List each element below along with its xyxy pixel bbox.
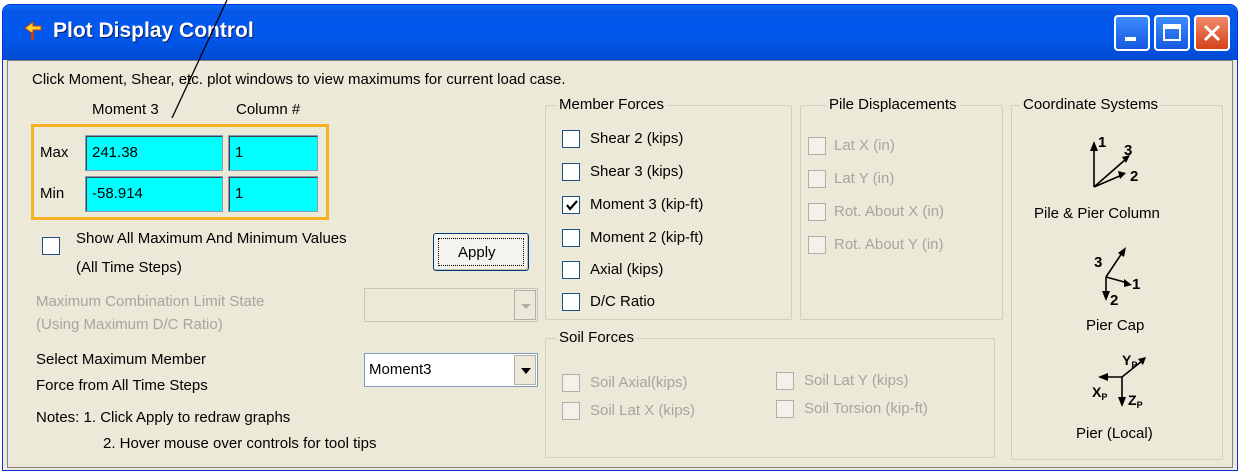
title-bar[interactable]: Plot Display Control xyxy=(3,5,1237,60)
axis-z-label: ZP xyxy=(1128,392,1143,410)
moment-3-kipft-label: Moment 3 (kip-ft) xyxy=(590,196,704,213)
show-all-label-line1: Show All Maximum And Minimum Values xyxy=(76,230,347,247)
plot-display-control-window: Plot Display Control Click Moment, Shear… xyxy=(2,4,1238,471)
axis-2-label: 2 xyxy=(1110,292,1118,309)
axis-3-label: 3 xyxy=(1094,254,1102,271)
rot-about-x-label: Rot. About X (in) xyxy=(834,203,945,220)
instructions-text: Click Moment, Shear, etc. plot windows t… xyxy=(32,71,566,88)
soil-axial-label: Soil Axial(kips) xyxy=(590,374,688,391)
shear-3-checkbox[interactable] xyxy=(562,163,580,181)
soil-forces-group xyxy=(545,338,995,458)
max-combination-label-line2: (Using Maximum D/C Ratio) xyxy=(36,316,223,333)
axis-z-subscript: P xyxy=(1137,400,1143,410)
notes-line1: Notes: 1. Click Apply to redraw graphs xyxy=(36,409,291,426)
select-max-label-line1: Select Maximum Member xyxy=(36,351,207,368)
pile-pier-column-axes-icon: 1 3 2 xyxy=(1090,134,1138,188)
select-max-value: Moment3 xyxy=(369,361,432,378)
moment-2-checkbox[interactable] xyxy=(562,229,580,247)
lat-y-label: Lat Y (in) xyxy=(834,170,895,187)
column-number-header: Column # xyxy=(236,101,301,118)
lat-x-label: Lat X (in) xyxy=(834,137,895,154)
axis-2-label: 2 xyxy=(1130,168,1138,185)
moment-2-label: Moment 2 (kip-ft) xyxy=(590,229,704,246)
chevron-down-icon xyxy=(521,368,531,374)
min-value-field[interactable]: -58.914 xyxy=(85,176,223,212)
axis-y-subscript: P xyxy=(1131,360,1137,370)
maximize-icon xyxy=(1163,24,1181,41)
moment-3-header: Moment 3 xyxy=(92,101,159,118)
soil-torsion-label: Soil Torsion (kip-ft) xyxy=(804,400,928,417)
soil-lat-x-label: Soil Lat X (kips) xyxy=(590,402,696,419)
max-combination-dropdown[interactable] xyxy=(364,288,538,322)
pier-local-axes-icon: YP XP ZP xyxy=(1092,352,1146,410)
max-column-field[interactable]: 1 xyxy=(228,135,318,171)
chevron-down-icon xyxy=(521,304,531,309)
app-icon xyxy=(24,21,42,40)
checkmark-icon xyxy=(566,200,578,211)
soil-lat-y-checkbox[interactable] xyxy=(776,372,794,390)
dc-ratio-checkbox[interactable] xyxy=(562,293,580,311)
soil-lat-x-checkbox[interactable] xyxy=(562,402,580,420)
axis-3-label: 3 xyxy=(1124,142,1132,159)
axis-y-label: YP xyxy=(1122,352,1137,370)
pile-displacements-title: Pile Displacements xyxy=(826,96,960,113)
soil-lat-y-label: Soil Lat Y (kips) xyxy=(804,372,909,389)
rot-about-y-label: Rot. About Y (in) xyxy=(834,236,944,253)
rot-about-x-checkbox[interactable] xyxy=(808,203,826,221)
shear-2-label: Shear 2 (kips) xyxy=(590,130,684,147)
axis-1-label: 1 xyxy=(1132,276,1140,293)
max-combination-label-line1: Maximum Combination Limit State xyxy=(36,293,265,310)
pier-local-label: Pier (Local) xyxy=(1076,425,1153,442)
pier-cap-label: Pier Cap xyxy=(1086,317,1145,334)
select-max-label-line2: Force from All Time Steps xyxy=(36,377,208,394)
member-forces-title: Member Forces xyxy=(556,96,668,113)
show-all-checkbox[interactable] xyxy=(42,237,60,255)
coordinate-systems-title: Coordinate Systems xyxy=(1020,96,1162,113)
notes-line2: 2. Hover mouse over controls for tool ti… xyxy=(103,435,377,452)
max-label: Max xyxy=(40,144,69,161)
rot-about-y-checkbox[interactable] xyxy=(808,236,826,254)
select-max-arrow[interactable] xyxy=(514,355,536,385)
minimize-icon xyxy=(1125,37,1136,41)
axis-x-label: XP xyxy=(1092,384,1107,402)
axial-label: Axial (kips) xyxy=(590,261,664,278)
select-max-dropdown[interactable]: Moment3 xyxy=(364,353,538,387)
apply-button-label: Apply xyxy=(458,244,496,261)
moment-3-checkbox[interactable] xyxy=(562,196,580,214)
soil-forces-title: Soil Forces xyxy=(556,329,638,346)
soil-torsion-checkbox[interactable] xyxy=(776,400,794,418)
pier-cap-axes-icon: 3 1 2 xyxy=(1094,247,1140,309)
min-column-field[interactable]: 1 xyxy=(228,176,318,212)
soil-axial-checkbox[interactable] xyxy=(562,374,580,392)
min-label: Min xyxy=(40,185,65,202)
shear-3-label: Shear 3 (kips) xyxy=(590,163,684,180)
show-all-label-line2: (All Time Steps) xyxy=(76,259,182,276)
lat-y-checkbox[interactable] xyxy=(808,170,826,188)
shear-2-checkbox[interactable] xyxy=(562,130,580,148)
window-title: Plot Display Control xyxy=(53,19,254,42)
close-button[interactable] xyxy=(1194,15,1230,51)
lat-x-checkbox[interactable] xyxy=(808,137,826,155)
axial-checkbox[interactable] xyxy=(562,261,580,279)
minimize-button[interactable] xyxy=(1114,15,1150,51)
dc-ratio-label: D/C Ratio xyxy=(590,293,656,310)
axis-1-label: 1 xyxy=(1098,134,1106,151)
maximize-button[interactable] xyxy=(1154,15,1190,51)
close-icon xyxy=(1203,24,1221,42)
apply-button[interactable]: Apply xyxy=(433,233,529,271)
max-value-field[interactable]: 241.38 xyxy=(85,135,223,171)
pile-pier-column-label: Pile & Pier Column xyxy=(1034,205,1160,222)
dialog-client-area: Click Moment, Shear, etc. plot windows t… xyxy=(7,60,1233,468)
axis-x-subscript: P xyxy=(1101,392,1107,402)
max-combination-arrow[interactable] xyxy=(514,290,536,320)
